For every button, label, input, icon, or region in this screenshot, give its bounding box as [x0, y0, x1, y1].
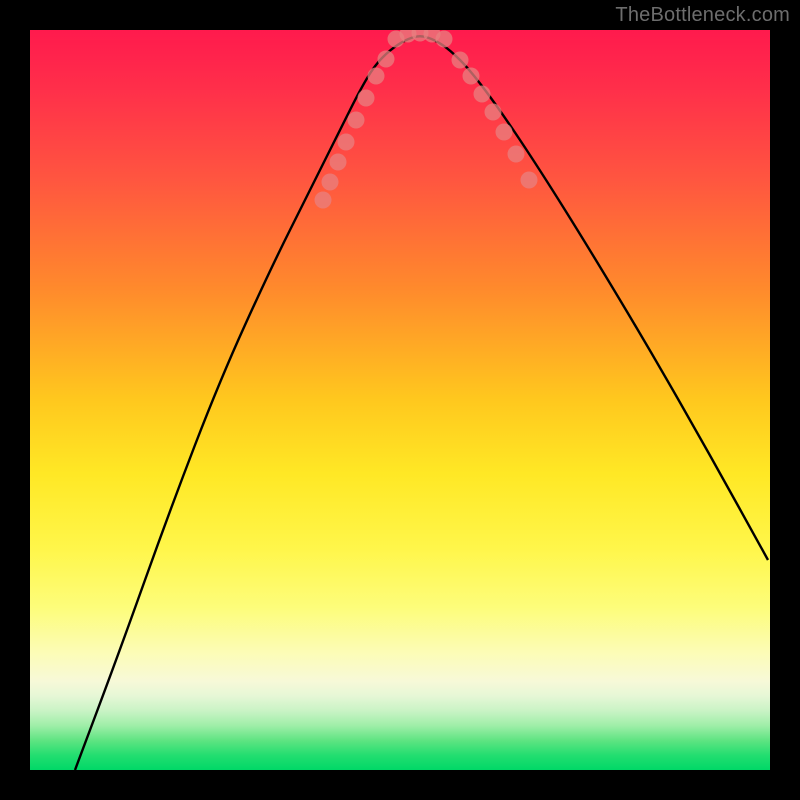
- curve-marker: [368, 68, 385, 85]
- curve-layer: [30, 30, 770, 770]
- curve-marker: [474, 86, 491, 103]
- curve-marker: [358, 90, 375, 107]
- curve-marker: [330, 154, 347, 171]
- curve-marker: [436, 31, 453, 48]
- curve-marker: [378, 51, 395, 68]
- curve-marker: [452, 52, 469, 69]
- watermark-text: TheBottleneck.com: [615, 4, 790, 27]
- curve-marker: [348, 112, 365, 129]
- curve-marker: [463, 68, 480, 85]
- curve-marker: [322, 174, 339, 191]
- curve-marker: [508, 146, 525, 163]
- curve-marker: [521, 172, 538, 189]
- curve-marker: [485, 104, 502, 121]
- curve-marker: [338, 134, 355, 151]
- bottleneck-curve: [75, 36, 768, 770]
- plot-area: [30, 30, 770, 770]
- chart-frame: TheBottleneck.com: [0, 0, 800, 800]
- curve-marker: [315, 192, 332, 209]
- curve-marker: [496, 124, 513, 141]
- marker-group: [315, 30, 538, 209]
